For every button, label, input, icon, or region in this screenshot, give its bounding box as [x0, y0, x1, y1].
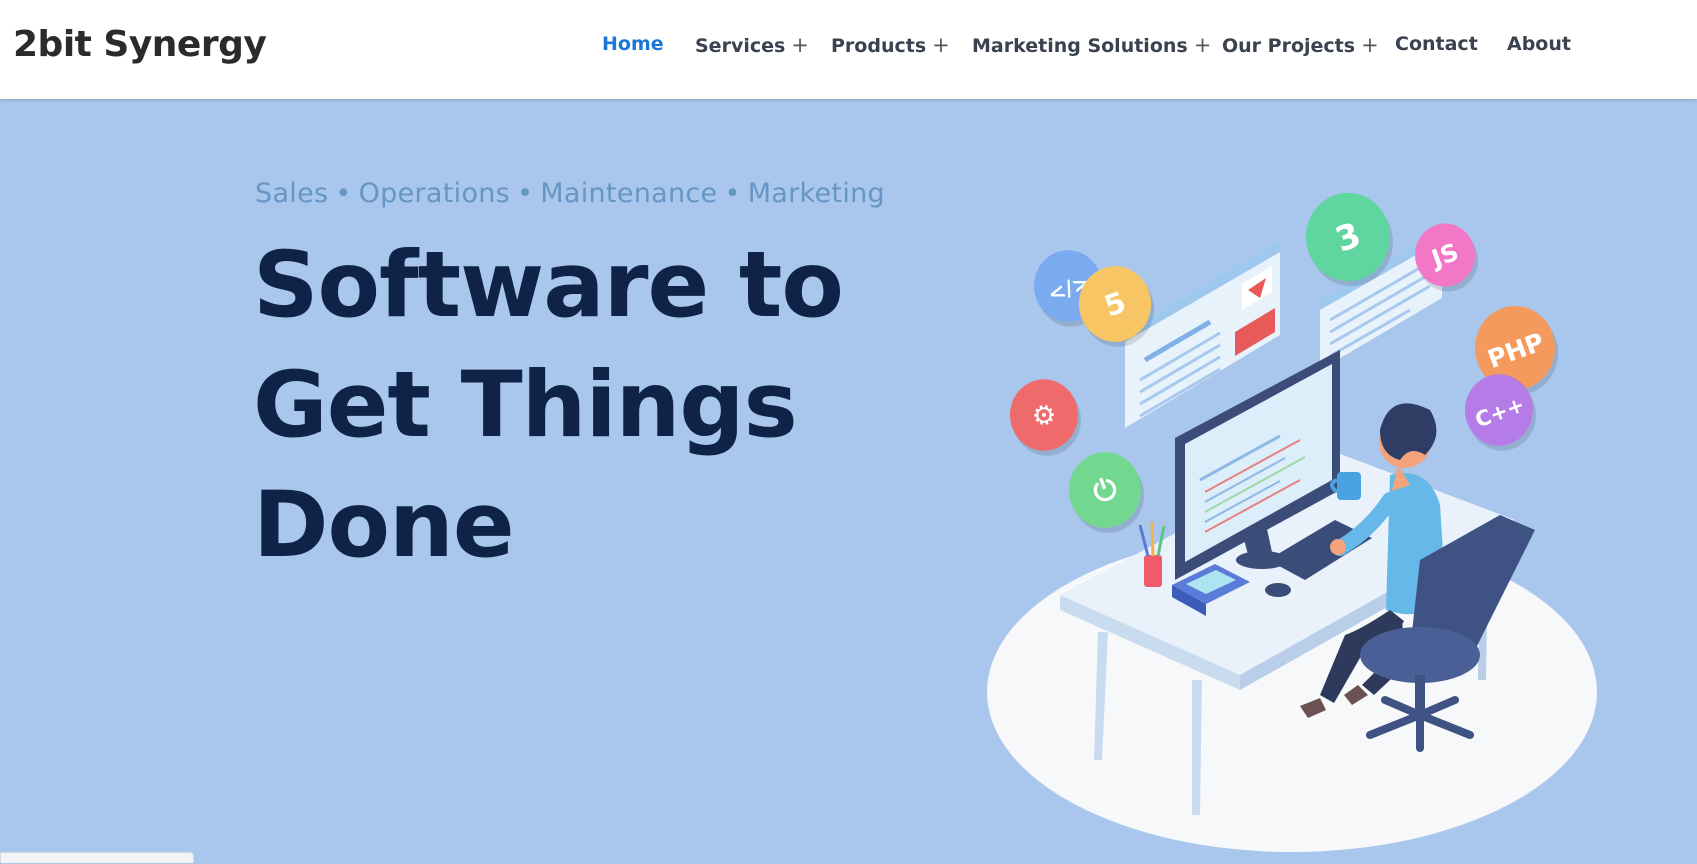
nav-item-products[interactable]: Products +: [831, 33, 950, 57]
nav-item-label: Marketing Solutions: [972, 35, 1188, 57]
plus-icon: +: [791, 33, 809, 57]
html5-icon: 5: [1079, 266, 1154, 347]
nav-item-label: Products: [831, 35, 927, 57]
plus-icon: +: [1361, 33, 1379, 57]
brand-logo[interactable]: 2bit Synergy: [13, 24, 267, 65]
power-icon: ⏻: [1069, 452, 1144, 533]
developer-illustration: </> 5 3 JS PHP C++ ⚙ ⏻: [980, 180, 1600, 860]
mouse: [1265, 583, 1291, 597]
hero-tagline: Sales • Operations • Maintenance • Marketing: [255, 178, 885, 209]
nav-item-label: Contact: [1395, 33, 1478, 55]
headline-line: Software to: [253, 233, 844, 338]
headline-line: Done: [253, 473, 515, 578]
nav-item-about[interactable]: About: [1507, 33, 1571, 55]
tagline-item: Sales: [255, 178, 329, 209]
nav-item-home[interactable]: Home: [602, 33, 664, 55]
nav-item-marketing-solutions[interactable]: Marketing Solutions +: [972, 33, 1211, 57]
nav-item-our-projects[interactable]: Our Projects +: [1222, 33, 1379, 57]
gear-icon: ⚙: [1010, 379, 1081, 456]
nav-item-contact[interactable]: Contact: [1395, 33, 1478, 55]
tagline-item: Marketing: [747, 178, 885, 209]
nav-item-label: About: [1507, 33, 1571, 55]
plus-icon: +: [1193, 33, 1212, 57]
nav-item-label: Our Projects: [1222, 35, 1356, 57]
tagline-item: Operations: [358, 178, 511, 209]
nav-item-services[interactable]: Services +: [695, 33, 809, 57]
nav-item-label: Home: [602, 33, 664, 55]
css3-icon: 3: [1306, 192, 1393, 287]
top-navbar: 2bit Synergy Home Services + Products + Ma…: [0, 0, 1697, 99]
status-bar-tooltip: [0, 852, 194, 863]
tagline-separator: •: [335, 178, 352, 209]
headline-line: Get Things: [253, 353, 798, 458]
nav-item-label: Services: [695, 35, 786, 57]
developer-illustration-svg: </> 53 JSPHPC++⚙⏻: [987, 192, 1597, 852]
tagline-separator: •: [517, 178, 534, 209]
plus-icon: +: [932, 33, 950, 57]
tagline-item: Maintenance: [540, 178, 718, 209]
hero-headline: Software to Get Things Done: [253, 226, 873, 586]
tagline-separator: •: [724, 178, 741, 209]
